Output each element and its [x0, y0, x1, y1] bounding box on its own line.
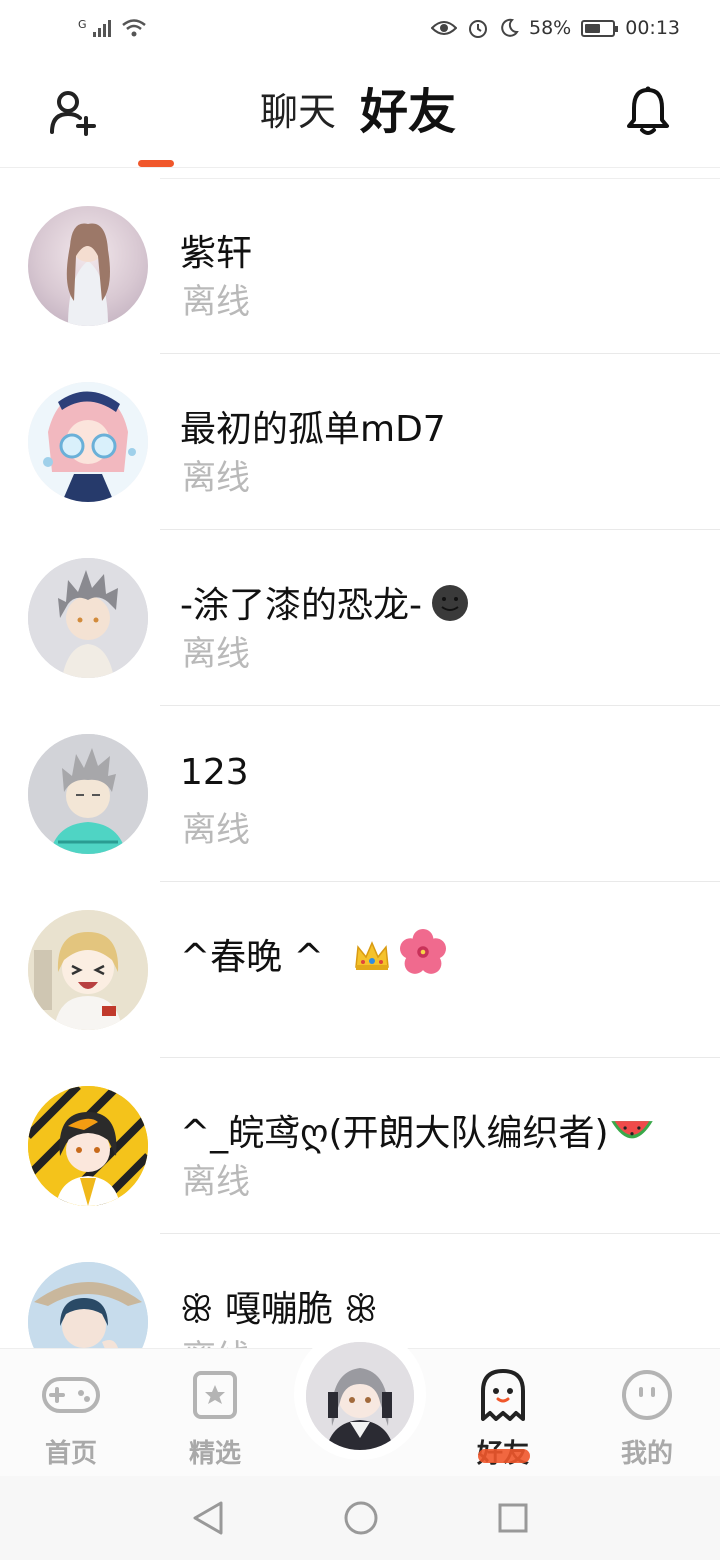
add-friend-icon[interactable]	[48, 88, 96, 136]
home-circle-icon[interactable]	[343, 1500, 379, 1536]
center-avatar-button[interactable]	[306, 1342, 414, 1450]
avatar[interactable]	[28, 558, 148, 678]
friend-name: ꕥ 嘎嘣脆 ꕥ	[180, 1289, 378, 1330]
friend-name-text: -涂了漆的恐龙-	[180, 585, 422, 626]
tab-chat[interactable]: 聊天	[260, 84, 336, 140]
friend-list: 紫轩 离线 最初的孤单mD7 离线 -涂了漆的恐龙- 离线 123 离线 ^春晚…	[0, 168, 720, 1350]
bell-icon[interactable]	[624, 86, 672, 136]
friend-name: 最初的孤单mD7	[180, 409, 446, 450]
friend-name: ^_皖鸢ღ(开朗大队编织者)	[180, 1104, 655, 1156]
moon-icon	[501, 18, 519, 37]
star-card-icon	[193, 1371, 237, 1419]
status-left: G	[78, 18, 147, 38]
watermelon-icon	[610, 1121, 653, 1139]
tab-friends[interactable]: 好友	[360, 84, 456, 140]
nav-home-label: 首页	[44, 1439, 97, 1469]
friend-item[interactable]: 最初的孤单mD7 离线	[0, 354, 720, 530]
gamepad-icon	[42, 1377, 100, 1413]
nav-mine-label: 我的	[620, 1439, 673, 1469]
avatar[interactable]	[28, 1086, 148, 1206]
active-tab-indicator	[138, 160, 174, 167]
hibiscus-icon	[399, 929, 446, 974]
eye-icon	[431, 21, 457, 35]
friend-status: 离线	[182, 1330, 250, 1350]
friend-status: 离线	[182, 282, 250, 322]
nav-featured-label: 精选	[188, 1439, 241, 1469]
friend-item[interactable]: 紫轩 离线	[0, 178, 720, 354]
nav-active-indicator	[478, 1449, 530, 1463]
battery-icon	[581, 19, 619, 37]
friend-name: -涂了漆的恐龙-	[180, 576, 470, 628]
friend-status: 离线	[182, 634, 250, 674]
friend-item[interactable]: 123 离线	[0, 706, 720, 882]
friend-name: 123	[180, 752, 249, 793]
status-right: 58% 00:13	[431, 17, 680, 39]
alarm-icon	[469, 20, 487, 38]
wifi-icon	[121, 19, 146, 37]
back-icon[interactable]	[191, 1500, 225, 1536]
signal-icon	[92, 19, 111, 37]
friend-status: 离线	[182, 810, 250, 850]
friend-name-text: ^_皖鸢ღ(开朗大队编织者)	[180, 1113, 609, 1154]
friend-name: 紫轩	[180, 233, 253, 274]
avatar[interactable]	[28, 910, 148, 1030]
clock: 00:13	[625, 17, 680, 39]
battery-percent: 58%	[529, 17, 572, 39]
status-bar: G 58% 00:13	[0, 0, 720, 56]
system-nav-bar	[0, 1476, 720, 1560]
recents-icon[interactable]	[497, 1502, 529, 1534]
top-nav: 聊天 好友	[0, 56, 720, 168]
nav-featured[interactable]: 精选	[160, 1369, 270, 1470]
friend-item[interactable]: ^春晚 ^	[0, 882, 720, 1058]
friend-name-text: ^春晚 ^	[180, 937, 324, 978]
friend-name: ^春晚 ^	[180, 928, 446, 980]
ghost-icon	[481, 1369, 525, 1421]
friend-item[interactable]: ^_皖鸢ღ(开朗大队编织者) 离线	[0, 1058, 720, 1234]
avatar[interactable]	[28, 206, 148, 326]
friend-status: 离线	[182, 1162, 250, 1202]
friend-status: 离线	[182, 458, 250, 498]
avatar[interactable]	[28, 1262, 148, 1350]
avatar[interactable]	[28, 734, 148, 854]
header-tabs: 聊天 好友	[260, 84, 456, 140]
crown-icon	[354, 941, 389, 970]
nav-mine[interactable]: 我的	[592, 1369, 702, 1470]
nav-home[interactable]: 首页	[16, 1369, 126, 1470]
network-type: G	[78, 18, 87, 31]
dark-smiley-icon	[431, 585, 468, 621]
friend-item[interactable]: -涂了漆的恐龙- 离线	[0, 530, 720, 706]
face-icon	[622, 1370, 672, 1420]
avatar[interactable]	[28, 382, 148, 502]
